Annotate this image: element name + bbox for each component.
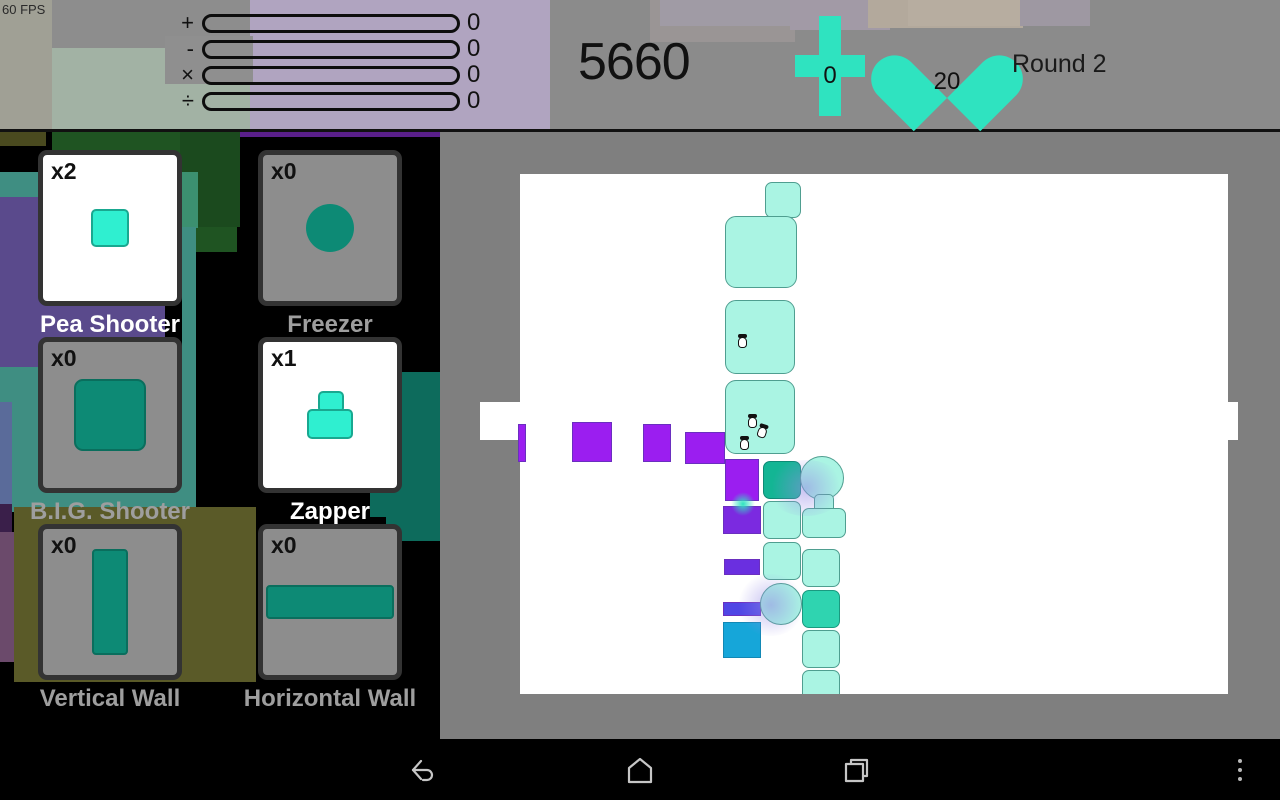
tower-slot: x0 Horizontal Wall [235,524,425,712]
impact-puff [766,460,846,516]
tower-unit [802,670,840,694]
horizontal-bar-icon [263,529,397,675]
meter-symbol-minus: - [186,36,194,61]
tower-label: Zapper [289,498,370,525]
small-square-icon [43,155,177,301]
tower-unit [725,300,795,374]
tower-unit [802,549,840,587]
back-icon[interactable] [368,739,478,800]
tower-grid: x2 Pea Shooter x0 Freezer x0 B.I.G. Shoo… [0,132,440,739]
big-square-icon [43,342,177,488]
round-label: Round 2 [1012,50,1107,78]
hud-bg-block [0,0,52,132]
projectile-icon [748,414,757,428]
tower-slot: x0 B.I.G. Shooter [15,337,205,525]
meter-row: + 0 [172,10,492,36]
wall-right-lower [1228,440,1238,694]
resource-meters: + 0 - 0 × 0 ÷ 0 [172,10,492,114]
lives-indicator: 20 [900,18,994,112]
tower-unit [725,216,797,288]
hit-spark [728,492,758,516]
enemy-unit [572,422,612,462]
projectile-icon [740,436,749,450]
hud-bg-block [1020,0,1090,26]
tower-label: Pea Shooter [39,311,181,338]
wall-left-upper [480,174,520,402]
zapper-icon [263,342,397,488]
tower-label: Horizontal Wall [243,685,417,712]
hud-bg-block [660,0,790,26]
tower-slot: x1 Zapper [235,337,425,525]
meter-value-divide: 0 [467,87,481,114]
enemy-unit [643,424,671,462]
tower-card-freezer[interactable]: x0 [258,150,402,306]
wall-right-upper [1228,174,1238,402]
vertical-bar-icon [43,529,177,675]
fps-counter: 60 FPS [2,2,46,17]
meter-row: - 0 [172,36,492,62]
meter-row: ÷ 0 [172,88,492,114]
enemy-unit [685,432,725,464]
meter-symbol-multiply: × [181,62,194,87]
circle-icon [263,155,397,301]
money-value: 0 [823,62,837,89]
tower-unit [802,590,840,628]
tower-label: Vertical Wall [39,685,181,712]
money-indicator: 0 [795,16,865,116]
meter-row: × 0 [172,62,492,88]
meter-track-minus [202,39,460,59]
tower-card-zapper[interactable]: x1 [258,337,402,493]
meter-track-divide [202,91,460,111]
hud-bar: 60 FPS + 0 - 0 × 0 ÷ 0 5660 0 20 Round 2 [0,0,1280,132]
overflow-menu-icon[interactable] [1215,739,1265,800]
game-screen: 60 FPS + 0 - 0 × 0 ÷ 0 5660 0 20 Round 2… [0,0,1280,800]
tower-unit [725,380,795,454]
lives-value: 20 [933,68,961,95]
tower-unit [765,182,801,218]
meter-value-plus: 0 [467,9,481,36]
tower-slot: x0 Vertical Wall [15,524,205,712]
meter-value-multiply: 0 [467,61,481,88]
tower-card-horizontal-wall[interactable]: x0 [258,524,402,680]
tower-slot: x2 Pea Shooter [15,150,205,338]
tower-slot: x0 Freezer [235,150,425,338]
meter-value-minus: 0 [467,35,481,62]
android-navigation-bar [0,739,1280,800]
game-field-container[interactable] [440,132,1280,739]
meter-track-multiply [202,65,460,85]
enemy-unit [724,559,760,575]
meter-symbol-plus: + [181,10,194,35]
projectile-icon [738,334,747,348]
impact-puff [736,574,806,636]
tower-card-vertical-wall[interactable]: x0 [38,524,182,680]
tower-selection-panel: x2 Pea Shooter x0 Freezer x0 B.I.G. Shoo… [0,132,440,739]
tower-unit [802,630,840,668]
meter-track-plus [202,13,460,33]
meter-symbol-divide: ÷ [181,88,194,113]
tower-label: Freezer [287,311,373,338]
game-board[interactable] [480,174,1238,694]
enemy-unit [518,424,526,462]
wall-left-lower [480,440,520,694]
tower-card-pea-shooter[interactable]: x2 [38,150,182,306]
home-icon[interactable] [585,739,695,800]
tower-card-big-shooter[interactable]: x0 [38,337,182,493]
score-display: 5660 [578,33,691,91]
tower-label: B.I.G. Shooter [29,498,190,525]
recents-icon[interactable] [802,739,912,800]
